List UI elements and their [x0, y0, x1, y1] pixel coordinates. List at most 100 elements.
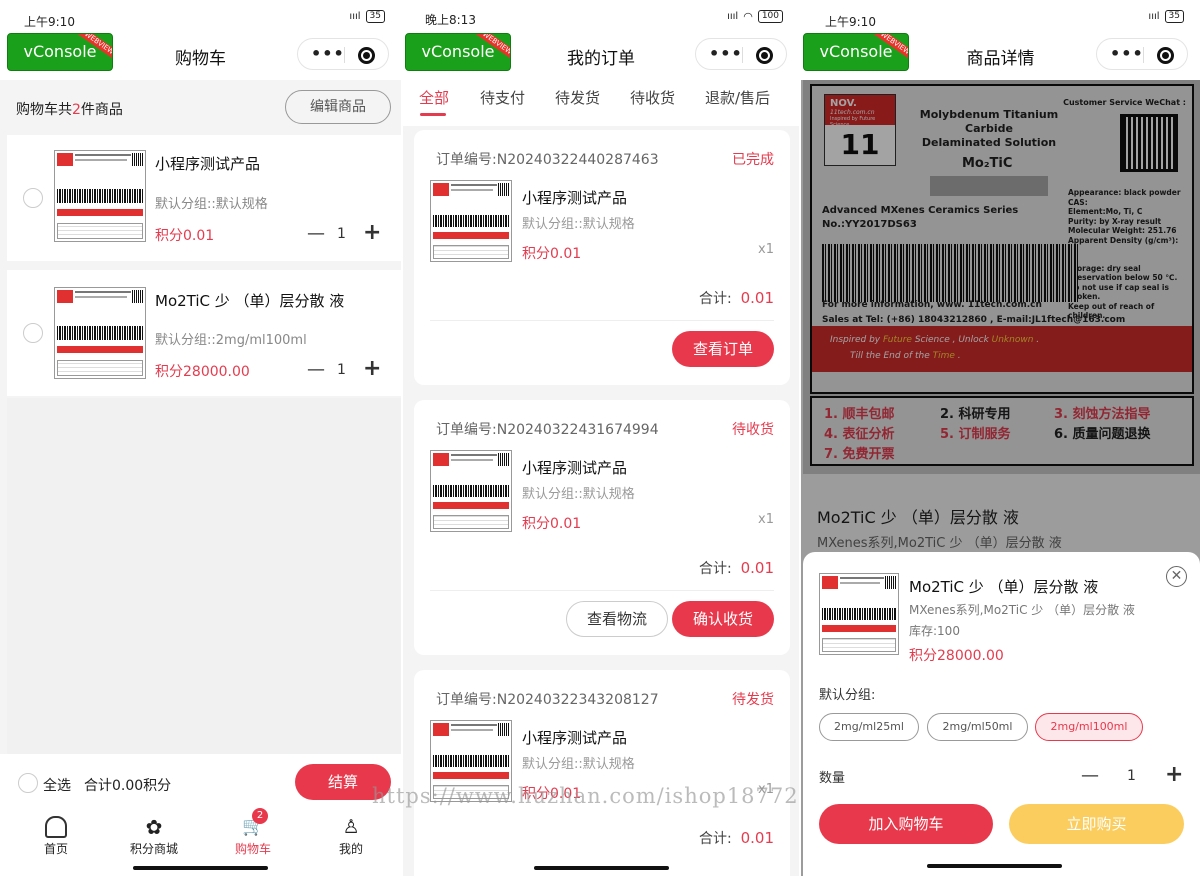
product-thumbnail — [430, 450, 512, 532]
close-target-icon[interactable] — [1157, 47, 1174, 64]
decrease-button[interactable]: — — [307, 359, 325, 380]
tab-points-mall[interactable]: ✿ 积分商城 — [114, 812, 194, 857]
order-status: 待发货 — [732, 692, 774, 708]
order-status: 待收货 — [732, 422, 774, 438]
order-card[interactable]: 订单编号:N20240322440287463 已完成 小程序测试产品 默认分组… — [414, 130, 790, 385]
order-status: 已完成 — [732, 152, 774, 168]
product-thumbnail[interactable] — [54, 150, 146, 242]
tab-pending-payment[interactable]: 待支付 — [480, 87, 525, 108]
product-spec: 默认分组::默认规格 — [522, 487, 635, 502]
product-thumbnail — [430, 720, 512, 802]
product-spec: 默认分组::默认规格 — [522, 757, 635, 772]
option-chip[interactable]: 2mg/ml50ml — [927, 713, 1028, 741]
product-name: 小程序测试产品 — [522, 729, 628, 747]
buy-now-button[interactable]: 立即购买 — [1009, 804, 1184, 844]
order-card[interactable]: 订单编号:N20240322343208127 待发货 小程序测试产品 默认分组… — [414, 670, 790, 876]
option-chip[interactable]: 2mg/ml25ml — [819, 713, 919, 741]
increase-button[interactable]: + — [363, 220, 381, 245]
select-all-label[interactable]: 全选 — [43, 775, 71, 795]
item-name[interactable]: 小程序测试产品 — [155, 153, 260, 174]
status-icons: ıııl 35 — [349, 10, 385, 23]
cart-summary-bar: 购物车共2件商品 编辑商品 — [0, 80, 401, 135]
item-price: 积分0.01 — [155, 228, 215, 244]
order-total: 合计: 0.01 — [699, 288, 774, 308]
wifi-icon: ◠ — [743, 10, 753, 23]
quantity-value[interactable]: 1 — [337, 362, 346, 378]
select-all-checkbox[interactable] — [18, 773, 38, 793]
cart-item: Mo2TiC 少 （单）层分散 液 默认分组::2mg/ml100ml 积分28… — [7, 270, 401, 396]
item-name[interactable]: Mo2TiC 少 （单）层分散 液 — [155, 290, 344, 311]
miniprogram-capsule: ••• — [297, 38, 389, 70]
product-detail-screen: 上午9:10 ıııl 35 vConsole WEBVIEW 商品详情 ••• … — [799, 0, 1200, 876]
item-price: 积分28000.00 — [155, 364, 250, 380]
tab-label: 购物车 — [234, 842, 271, 856]
close-target-icon[interactable] — [358, 47, 375, 64]
battery-icon: 100 — [757, 10, 783, 23]
cart-count-number: 2 — [72, 102, 81, 118]
close-icon[interactable]: ✕ — [1166, 566, 1187, 587]
total-value: 0.01 — [740, 829, 774, 847]
home-indicator — [927, 864, 1062, 868]
product-thumbnail[interactable] — [54, 287, 146, 379]
item-spec: 默认分组::2mg/ml100ml — [155, 333, 307, 348]
add-to-cart-button[interactable]: 加入购物车 — [819, 804, 993, 844]
more-icon[interactable]: ••• — [311, 44, 345, 63]
tab-home[interactable]: 首页 — [16, 812, 96, 857]
checkout-button[interactable]: 结算 — [295, 764, 391, 800]
tab-label: 我的 — [338, 842, 363, 856]
sheet-product-name: Mo2TiC 少 （单）层分散 液 — [909, 578, 1099, 596]
battery-icon: 35 — [1164, 10, 1184, 23]
tab-refund[interactable]: 退款/售后 — [705, 87, 770, 108]
miniprogram-capsule: ••• — [695, 38, 787, 70]
product-price: 积分0.01 — [522, 246, 582, 262]
cart-total: 合计0.00积分 — [84, 778, 172, 794]
order-total: 合计: 0.01 — [699, 558, 774, 578]
cart-count-suffix: 件商品 — [80, 102, 123, 118]
decrease-button[interactable]: — — [307, 223, 325, 244]
product-price: 积分0.01 — [522, 786, 582, 802]
nav-bar: vConsole WEBVIEW 商品详情 ••• — [801, 28, 1200, 80]
more-icon[interactable]: ••• — [1110, 44, 1144, 63]
stock-count: 库存:100 — [909, 624, 960, 638]
item-spec: 默认分组::默认规格 — [155, 197, 268, 212]
divider — [430, 320, 774, 321]
view-order-button[interactable]: 查看订单 — [672, 331, 774, 367]
tab-cart[interactable]: 🛒 2 购物车 — [213, 808, 293, 857]
item-checkbox[interactable] — [23, 188, 43, 208]
home-indicator — [133, 866, 268, 870]
cart-screen: 上午9:10 ıııl 35 vConsole WEBVIEW 购物车 ••• 购… — [0, 0, 401, 876]
cart-count-prefix: 购物车共 — [16, 102, 72, 118]
cart-item: 小程序测试产品 默认分组::默认规格 积分0.01 — 1 + — [7, 135, 401, 261]
close-target-icon[interactable] — [756, 47, 773, 64]
tab-pending-receipt[interactable]: 待收货 — [630, 87, 675, 108]
tab-pending-shipment[interactable]: 待发货 — [555, 87, 600, 108]
capsule-divider — [1143, 47, 1144, 63]
person-icon: ♙ — [342, 816, 360, 838]
capsule-divider — [742, 47, 743, 63]
tab-mine[interactable]: ♙ 我的 — [311, 812, 391, 857]
product-spec: 默认分组::默认规格 — [522, 217, 635, 232]
grid-icon: ✿ — [145, 815, 163, 839]
increase-button[interactable]: + — [1165, 762, 1183, 787]
order-number: 订单编号:N20240322343208127 — [436, 692, 659, 708]
signal-icon: ıııl — [727, 11, 739, 22]
product-name: 小程序测试产品 — [522, 459, 628, 477]
item-checkbox[interactable] — [23, 323, 43, 343]
more-icon[interactable]: ••• — [709, 44, 743, 63]
tab-all[interactable]: 全部 — [419, 87, 449, 108]
edit-items-button[interactable]: 编辑商品 — [285, 90, 391, 124]
order-card[interactable]: 订单编号:N20240322431674994 待收货 小程序测试产品 默认分组… — [414, 400, 790, 655]
increase-button[interactable]: + — [363, 356, 381, 381]
view-logistics-button[interactable]: 查看物流 — [566, 601, 668, 637]
confirm-receipt-button[interactable]: 确认收货 — [672, 601, 774, 637]
quantity-value[interactable]: 1 — [337, 226, 346, 242]
product-qty: x1 — [758, 512, 774, 527]
decrease-button[interactable]: — — [1081, 765, 1099, 786]
quantity-value[interactable]: 1 — [1127, 768, 1136, 784]
option-chip-selected[interactable]: 2mg/ml100ml — [1035, 713, 1143, 741]
order-number: 订单编号:N20240322440287463 — [436, 152, 659, 168]
tab-label: 积分商城 — [129, 842, 178, 856]
order-number: 订单编号:N20240322431674994 — [436, 422, 659, 438]
orders-screen: 晚上8:13 ıııl ◠ 100 vConsole WEBVIEW 我的订单 •… — [401, 0, 799, 876]
product-price: 积分0.01 — [522, 516, 582, 532]
